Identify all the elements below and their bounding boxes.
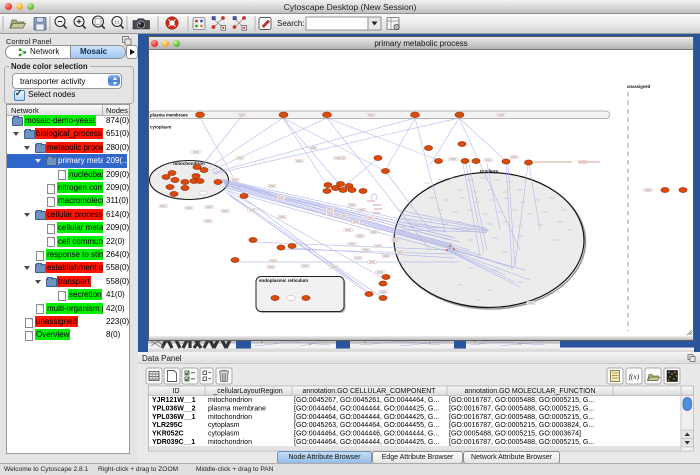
svg-text:[GO:0044464, GO:0044444, GO:00: [GO:0044464, GO:0044444, GO:0044425, G..…	[294, 414, 439, 421]
svg-text:[GO:0044464, GO:0044444, GO:00: [GO:0044464, GO:0044444, GO:0044425, G..…	[294, 439, 439, 446]
svg-text:unassigned: unassigned	[627, 84, 651, 89]
svg-text:Search:: Search:	[277, 19, 305, 28]
svg-text:f(x): f(x)	[629, 372, 640, 381]
svg-text:_cellularLayoutRegion: _cellularLayoutRegion	[212, 388, 282, 395]
svg-text:mitochondrion: mitochondrion	[208, 397, 252, 404]
svg-text:annotation.GO CELLULAR_COMPONE: annotation.GO CELLULAR_COMPONENT	[302, 388, 436, 395]
svg-text:YDR039C__1: YDR039C__1	[152, 439, 195, 446]
svg-text:mitochondrion: mitochondrion	[208, 414, 252, 421]
svg-text:YJR121W__1: YJR121W__1	[152, 397, 196, 404]
svg-text:annotation.GO MOLECULAR_FUNCTI: annotation.GO MOLECULAR_FUNCTION	[464, 388, 595, 395]
svg-text:[GO:0045267, GO:0045261, GO:00: [GO:0045267, GO:0045261, GO:0044464, G..…	[294, 397, 439, 404]
svg-text:YPL036W__2: YPL036W__2	[152, 405, 196, 412]
svg-text:[GO:0016787, GO:0005488, GO:00: [GO:0016787, GO:0005488, GO:0005215, G..…	[449, 414, 594, 421]
svg-text:[GO:0016787, GO:0005488, GO:00: [GO:0016787, GO:0005488, GO:0005215, G..…	[449, 397, 594, 404]
svg-text:YLR295C: YLR295C	[152, 422, 183, 429]
svg-text:1:1: 1:1	[115, 20, 120, 24]
svg-text:plasma membrane: plasma membrane	[208, 405, 266, 412]
svg-text:mitochondrion: mitochondrion	[208, 439, 252, 446]
svg-text:[GO:0016787, GO:0005215, GO:00: [GO:0016787, GO:0005215, GO:0003824, G..…	[449, 422, 594, 429]
svg-text:[GO:0044464, GO:0044446, GO:00: [GO:0044464, GO:0044446, GO:0044444, G..…	[294, 431, 439, 438]
svg-text:YPL036W__1: YPL036W__1	[152, 414, 196, 421]
svg-text:[GO:0016787, GO:0005488, GO:00: [GO:0016787, GO:0005488, GO:0005215, G..…	[449, 405, 594, 412]
svg-text:cytoplasm: cytoplasm	[150, 124, 171, 129]
svg-text:cytoplasm: cytoplasm	[208, 422, 240, 429]
svg-text:YKR052C: YKR052C	[152, 431, 184, 438]
svg-text:endoplasmic reticulum: endoplasmic reticulum	[259, 278, 308, 283]
svg-text:[GO:0016787, GO:0005488, GO:00: [GO:0016787, GO:0005488, GO:0005215, G..…	[449, 439, 594, 446]
svg-text:cytoplasm: cytoplasm	[208, 431, 240, 438]
svg-text:[GO:0005488, GO:0005215, GO:00: [GO:0005488, GO:0005215, GO:0003674]	[449, 431, 581, 438]
svg-text:[GO:0045263, GO:0044464, GO:00: [GO:0045263, GO:0044464, GO:0044455, G..…	[294, 422, 439, 429]
svg-text:plasma membrane: plasma membrane	[150, 113, 188, 118]
svg-text:[GO:0044464, GO:0044444, GO:00: [GO:0044464, GO:0044444, GO:0044425, G..…	[294, 405, 439, 412]
svg-text:ID: ID	[173, 388, 180, 395]
